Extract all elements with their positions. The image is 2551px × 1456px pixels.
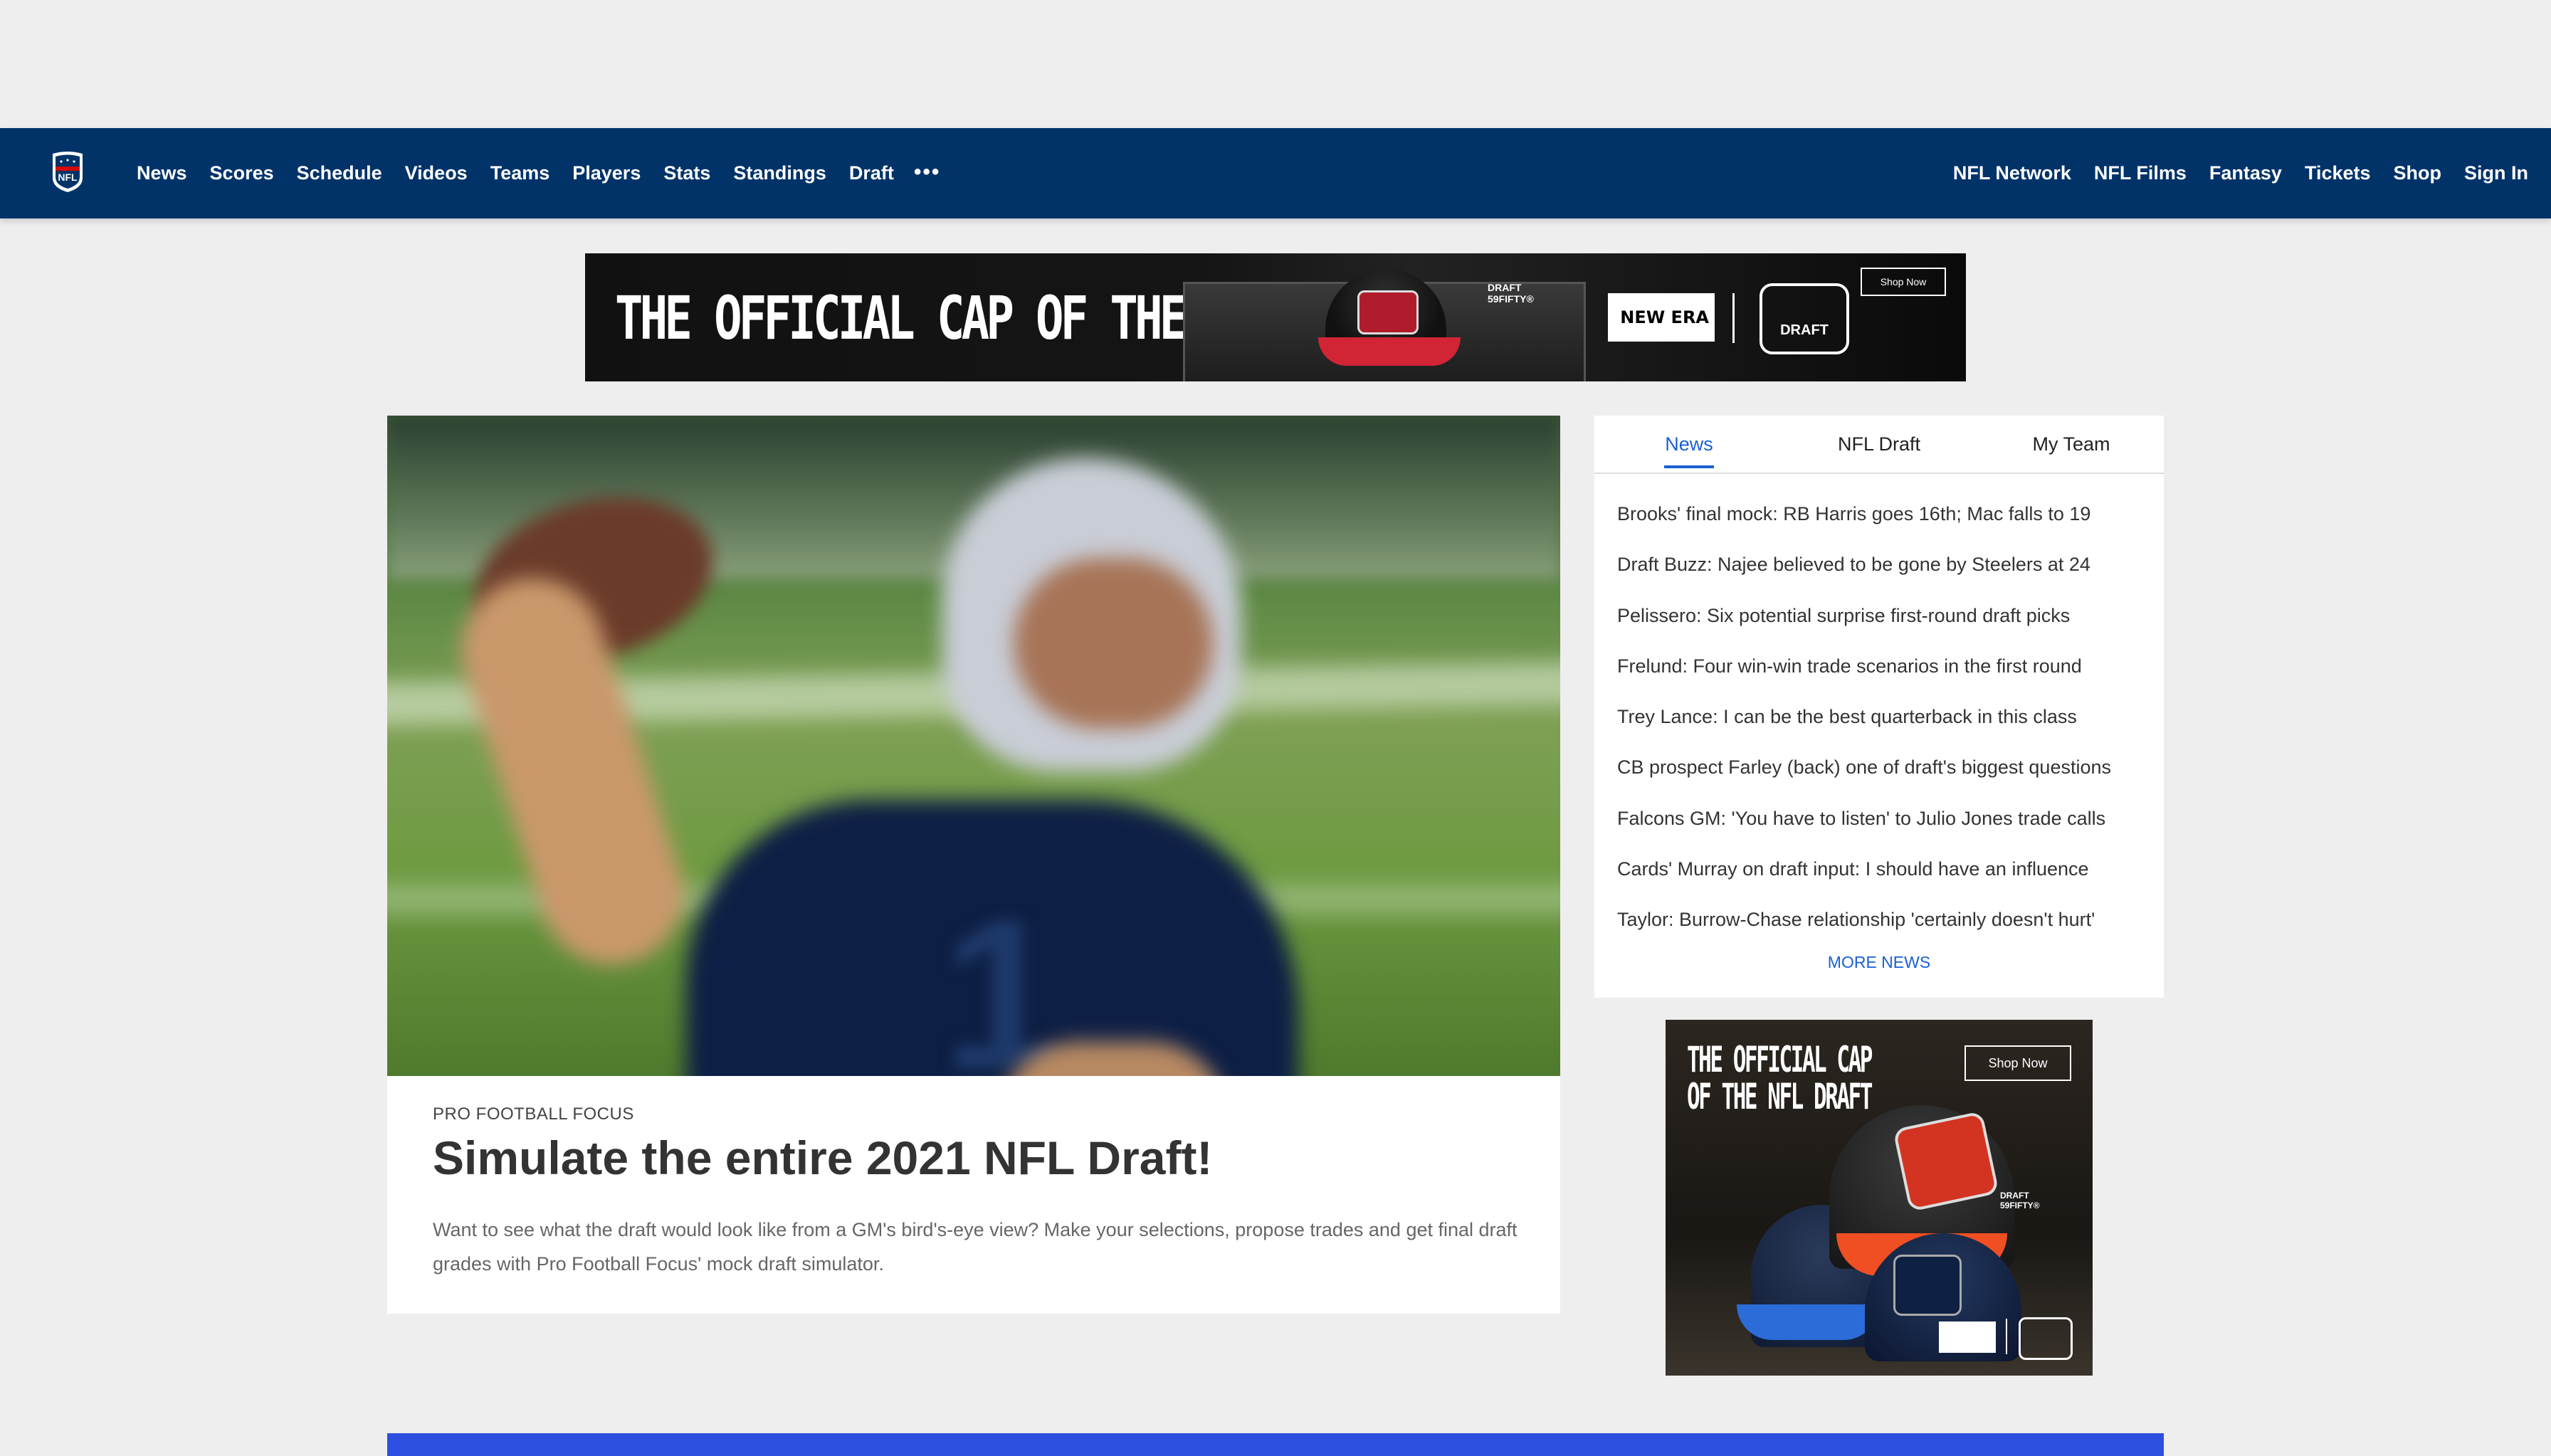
news-item[interactable]: Draft Buzz: Najee believed to be gone by…: [1617, 550, 2152, 601]
nav-item-nfl-network[interactable]: NFL Network: [1953, 162, 2071, 184]
hero-image[interactable]: 1: [387, 416, 1560, 1076]
new-era-logo: [1939, 1322, 1996, 1353]
side-ad-headline: THE OFFICIAL CAP OF THE NFL DRAFT: [1687, 1039, 1873, 1117]
nfl-draft-logo: [2019, 1317, 2073, 1360]
tab-my-team[interactable]: My Team: [2021, 416, 2121, 473]
news-item[interactable]: Taylor: Burrow-Chase relationship 'certa…: [1617, 905, 2152, 956]
nav-item-videos[interactable]: Videos: [405, 162, 468, 184]
news-item[interactable]: Cards' Murray on draft input: I should h…: [1617, 855, 2152, 905]
news-item[interactable]: Pelissero: Six potential surprise first-…: [1617, 601, 2152, 652]
nav-primary-links: News Scores Schedule Videos Teams Player…: [137, 128, 963, 218]
active-tab-indicator: [1664, 465, 1714, 468]
side-ad-shop-now-button[interactable]: Shop Now: [1964, 1045, 2071, 1081]
news-item[interactable]: Falcons GM: 'You have to listen' to Juli…: [1617, 804, 2152, 855]
top-banner-space: [0, 0, 2551, 128]
nav-secondary-links: NFL Network NFL Films Fantasy Tickets Sh…: [1930, 128, 2528, 218]
ad-divider: [2006, 1319, 2007, 1354]
side-ad-headline-line1: THE OFFICIAL CAP: [1687, 1039, 1873, 1080]
hero-description: Want to see what the draft would look li…: [433, 1219, 1518, 1275]
tab-nfl-draft[interactable]: NFL Draft: [1829, 416, 1929, 473]
bottom-section-bar: [387, 1433, 2164, 1456]
nav-item-tickets[interactable]: Tickets: [2305, 162, 2371, 184]
hero-card[interactable]: 1 PRO FOOTBALL FOCUS Simulate the entire…: [387, 416, 1560, 1314]
hero-title[interactable]: Simulate the entire 2021 NFL Draft!: [433, 1131, 1212, 1185]
nfl-logo-icon[interactable]: NFL: [50, 149, 85, 194]
news-tabs: News NFL Draft My Team: [1594, 416, 2164, 474]
top-banner-ad[interactable]: THE OFFICIAL CAP OF THE NFL DRAFT DRAFT …: [585, 253, 1966, 381]
cap-badge-image: [1893, 1255, 1962, 1316]
ad-shop-now-button[interactable]: Shop Now: [1861, 268, 1946, 296]
nav-item-stats[interactable]: Stats: [663, 162, 710, 184]
ad-cap-label: DRAFT 59FIFTY®: [1488, 282, 1534, 305]
nav-item-fantasy[interactable]: Fantasy: [2209, 162, 2282, 184]
news-panel: News NFL Draft My Team Brooks' final moc…: [1594, 416, 2164, 998]
news-item[interactable]: Trey Lance: I can be the best quarterbac…: [1617, 702, 2152, 753]
more-menu-icon[interactable]: •••: [914, 160, 941, 184]
new-era-logo: NEW ERA: [1608, 293, 1715, 342]
news-list: Brooks' final mock: RB Harris goes 16th;…: [1617, 500, 2152, 956]
hero-eyebrow: PRO FOOTBALL FOCUS: [433, 1104, 634, 1124]
nav-item-teams[interactable]: Teams: [490, 162, 550, 184]
image-face: [1014, 558, 1213, 729]
svg-text:NFL: NFL: [58, 172, 78, 183]
nav-item-scores[interactable]: Scores: [210, 162, 274, 184]
news-item[interactable]: CB prospect Farley (back) one of draft's…: [1617, 753, 2152, 803]
nav-item-nfl-films[interactable]: NFL Films: [2094, 162, 2187, 184]
cap-bill-image: [1318, 337, 1461, 366]
more-news-link[interactable]: MORE NEWS: [1594, 953, 2164, 972]
side-ad[interactable]: THE OFFICIAL CAP OF THE NFL DRAFT Shop N…: [1666, 1020, 2093, 1376]
side-ad-cap-label: DRAFT 59FIFTY®: [2000, 1191, 2040, 1210]
nav-item-draft[interactable]: Draft: [849, 162, 894, 184]
nfl-draft-logo: DRAFT: [1760, 283, 1849, 354]
cap-bill-image: [1737, 1304, 1879, 1340]
ad-divider: [1732, 293, 1735, 343]
sign-in-link[interactable]: Sign In: [2464, 162, 2528, 184]
tab-news[interactable]: News: [1664, 416, 1714, 473]
nav-item-schedule[interactable]: Schedule: [297, 162, 382, 184]
nav-item-news[interactable]: News: [137, 162, 187, 184]
nav-item-shop[interactable]: Shop: [2394, 162, 2442, 184]
global-nav: NFL News Scores Schedule Videos Teams Pl…: [0, 128, 2551, 218]
cap-badge-image: [1357, 290, 1419, 334]
nav-item-players[interactable]: Players: [572, 162, 641, 184]
nav-item-standings[interactable]: Standings: [733, 162, 826, 184]
side-ad-headline-line2: OF THE NFL DRAFT: [1687, 1076, 1873, 1117]
news-item[interactable]: Brooks' final mock: RB Harris goes 16th;…: [1617, 500, 2152, 550]
news-item[interactable]: Frelund: Four win-win trade scenarios in…: [1617, 652, 2152, 702]
image-jersey-number: 1: [942, 875, 1061, 1076]
